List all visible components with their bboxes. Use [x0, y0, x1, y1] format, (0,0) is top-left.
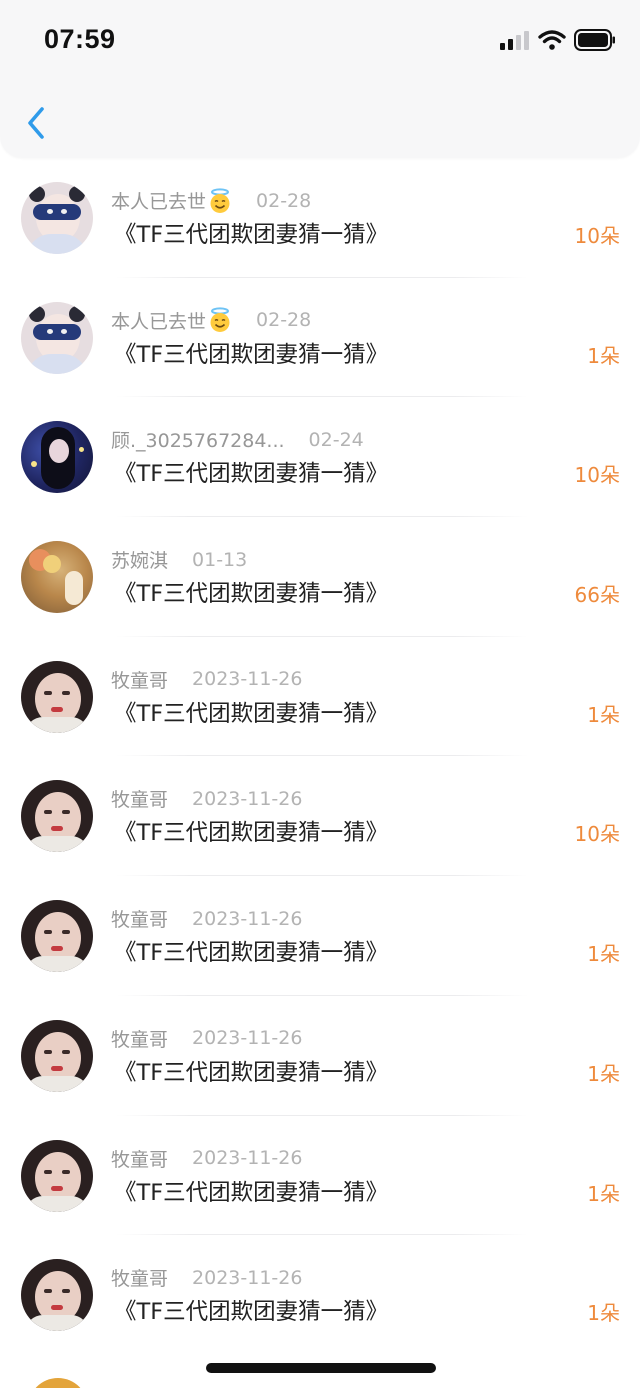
- list-item[interactable]: 牧童哥 2023-11-26 《TF三代团欺团妻猜一猜》 1朵: [0, 1116, 640, 1236]
- gift-record-list: 本人已去世 02-28 《TF三代团欺团妻猜一猜》 10朵 本人已去世 02-2…: [0, 158, 640, 1355]
- sender-line: 牧童哥 2023-11-26: [111, 1025, 302, 1052]
- avatar[interactable]: [21, 1259, 93, 1332]
- list-item[interactable]: 苏婉淇 01-13 《TF三代团欺团妻猜一猜》 66朵: [0, 517, 640, 637]
- gift-title: 《TF三代团欺团妻猜一猜》: [114, 1179, 389, 1206]
- list-item[interactable]: 牧童哥 2023-11-26 《TF三代团欺团妻猜一猜》 1朵: [0, 1235, 640, 1355]
- sender-name: 牧童哥: [111, 909, 169, 932]
- avatar[interactable]: [21, 541, 93, 614]
- gift-amount: 10朵: [574, 822, 620, 847]
- gift-title: 《TF三代团欺团妻猜一猜》: [114, 940, 389, 967]
- gift-amount: 1朵: [587, 343, 620, 368]
- sender-name: 本人已去世: [111, 191, 207, 213]
- avatar[interactable]: [21, 900, 93, 973]
- status-bar: 07:59: [0, 0, 640, 80]
- avatar[interactable]: [21, 660, 93, 733]
- avatar[interactable]: [21, 1139, 93, 1212]
- gift-date: 2023-11-26: [192, 1147, 303, 1169]
- gift-date: 01-13: [192, 548, 248, 571]
- gift-title: 《TF三代团欺团妻猜一猜》: [114, 581, 389, 608]
- sender-name: 牧童哥: [111, 789, 169, 812]
- avatar[interactable]: [21, 421, 93, 494]
- avatar[interactable]: [28, 1378, 88, 1388]
- gift-amount: 1朵: [587, 942, 620, 967]
- sender-name: 顾._3025767284...: [111, 430, 285, 453]
- gift-amount: 66朵: [574, 583, 620, 608]
- gift-title: 《TF三代团欺团妻猜一猜》: [114, 222, 389, 248]
- sender-name: 牧童哥: [111, 669, 169, 692]
- avatar[interactable]: [21, 182, 93, 254]
- back-button[interactable]: [14, 98, 58, 148]
- gift-amount: 1朵: [587, 1301, 620, 1326]
- gift-title: 《TF三代团欺团妻猜一猜》: [114, 820, 389, 847]
- list-item[interactable]: 本人已去世 02-28 《TF三代团欺团妻猜一猜》 1朵: [0, 278, 640, 398]
- sender-name: 牧童哥: [111, 1028, 169, 1051]
- sender-line: 牧童哥 2023-11-26: [111, 905, 302, 932]
- gift-amount: 1朵: [587, 702, 620, 727]
- battery-icon: [574, 29, 615, 51]
- gift-title: 《TF三代团欺团妻猜一猜》: [114, 1059, 389, 1086]
- gift-date: 2023-11-26: [192, 1027, 303, 1050]
- gift-amount: 10朵: [574, 463, 620, 488]
- gift-title: 《TF三代团欺团妻猜一猜》: [114, 1299, 389, 1326]
- avatar[interactable]: [21, 301, 93, 374]
- list-item[interactable]: 牧童哥 2023-11-26 《TF三代团欺团妻猜一猜》 1朵: [0, 876, 640, 996]
- list-item[interactable]: 顾._3025767284... 02-24 《TF三代团欺团妻猜一猜》 10朵: [0, 397, 640, 518]
- status-time: 07:59: [44, 24, 116, 54]
- chevron-left-icon: [28, 107, 44, 139]
- gift-date: 02-28: [256, 309, 312, 332]
- sender-line: 牧童哥 2023-11-26: [111, 1264, 302, 1291]
- wifi-icon: [538, 30, 566, 50]
- gift-date: 02-28: [256, 189, 312, 212]
- sender-name: 牧童哥: [111, 1148, 169, 1171]
- gift-amount: 1朵: [587, 1181, 620, 1206]
- sender-line: 牧童哥 2023-11-26: [111, 785, 302, 812]
- list-item[interactable]: 本人已去世 02-28 《TF三代团欺团妻猜一猜》 10朵: [0, 158, 640, 278]
- gift-records-screen: 07:59 本人已去世 02-28 《TF三代团欺团妻猜一猜》 10朵 本人已去…: [0, 0, 640, 1388]
- gift-date: 2023-11-26: [192, 787, 303, 810]
- gift-date: 2023-11-26: [192, 907, 303, 930]
- smiling-face-with-halo-icon: [208, 187, 232, 214]
- home-indicator[interactable]: [206, 1363, 436, 1373]
- sender-name: 本人已去世: [111, 310, 207, 333]
- status-icons: [500, 28, 616, 52]
- gift-date: 02-24: [308, 428, 364, 451]
- list-item[interactable]: 牧童哥 2023-11-26 《TF三代团欺团妻猜一猜》 1朵: [0, 996, 640, 1116]
- sender-line: 苏婉淇 01-13: [111, 546, 247, 573]
- sender-line: 顾._3025767284... 02-24: [111, 426, 364, 453]
- gift-amount: 10朵: [574, 224, 620, 248]
- gift-title: 《TF三代团欺团妻猜一猜》: [114, 461, 389, 488]
- gift-date: 2023-11-26: [192, 1266, 303, 1289]
- list-item[interactable]: 牧童哥 2023-11-26 《TF三代团欺团妻猜一猜》 1朵: [0, 637, 640, 757]
- sender-line: 牧童哥 2023-11-26: [111, 1145, 302, 1172]
- smiling-face-with-halo-icon: [208, 307, 232, 333]
- sender-line: 本人已去世 02-28: [111, 307, 311, 334]
- header: 07:59: [0, 0, 640, 158]
- sender-name: 牧童哥: [111, 1268, 169, 1291]
- list-item[interactable]: 牧童哥 2023-11-26 《TF三代团欺团妻猜一猜》 10朵: [0, 756, 640, 877]
- gift-date: 2023-11-26: [192, 668, 303, 691]
- avatar[interactable]: [21, 1019, 93, 1092]
- sender-line: 牧童哥 2023-11-26: [111, 666, 302, 693]
- gift-title: 《TF三代团欺团妻猜一猜》: [114, 700, 389, 727]
- avatar[interactable]: [21, 780, 93, 853]
- cellular-signal-icon: [500, 31, 529, 50]
- gift-amount: 1朵: [587, 1061, 620, 1086]
- gift-title: 《TF三代团欺团妻猜一猜》: [114, 341, 389, 368]
- sender-name: 苏婉淇: [111, 550, 169, 573]
- sender-line: 本人已去世 02-28: [111, 187, 311, 214]
